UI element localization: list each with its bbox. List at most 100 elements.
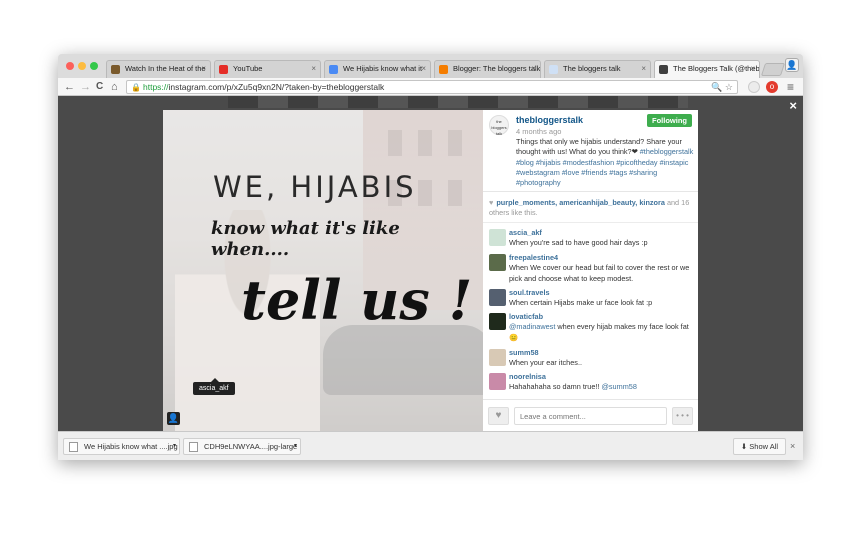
menu-icon[interactable]: ≡: [787, 80, 794, 94]
url-scheme: https://: [143, 82, 169, 92]
tab-close-icon[interactable]: ×: [421, 64, 426, 73]
tab-youtube[interactable]: YouTube ×: [214, 60, 321, 78]
comment-username[interactable]: noorelnisa: [509, 372, 546, 381]
comment-text: When you're sad to have good hair days :…: [509, 238, 695, 249]
close-icon[interactable]: ×: [789, 98, 797, 113]
file-icon: [189, 442, 198, 452]
tab-bar: Watch In the Heat of the × YouTube × We …: [58, 54, 803, 78]
profile-icon[interactable]: 👤: [785, 58, 799, 72]
likers-links[interactable]: purple_moments, americanhijab_beauty, ki…: [496, 198, 665, 207]
comment-username[interactable]: freepalestine4: [509, 253, 558, 262]
tab-close-icon[interactable]: ×: [531, 64, 536, 73]
image-subline: know what it's like when....: [211, 218, 400, 260]
heart-icon: ♥: [489, 198, 494, 207]
image-headline: WE, HIJABIS: [213, 170, 417, 204]
comment-text: When your ear itches..: [509, 358, 695, 369]
address-bar[interactable]: 🔒 https://instagram.com/p/xZu5q9xn2N/?ta…: [126, 80, 738, 94]
instagram-overlay: × WE, HIJABIS know what it's like when..…: [58, 96, 803, 431]
more-options-button[interactable]: • • •: [672, 407, 693, 425]
url-text: instagram.com/p/xZu5q9xn2N/?taken-by=the…: [168, 82, 385, 92]
tab-close-icon[interactable]: ×: [311, 64, 316, 73]
youtube-favicon-icon: [219, 65, 228, 74]
downloads-bar: We Hijabis know what ....jpg ▾ CDH9eLNWY…: [58, 431, 803, 460]
search-star-icon[interactable]: 🔍 ☆: [711, 81, 733, 93]
image-callout: tell us !: [241, 268, 473, 332]
avatar[interactable]: [489, 313, 506, 330]
new-tab-button[interactable]: [760, 63, 786, 76]
comment-body: When your ear itches..: [509, 358, 583, 367]
download-item[interactable]: We Hijabis know what ....jpg ▾: [63, 438, 180, 455]
avatar[interactable]: [489, 349, 506, 366]
avatar[interactable]: the bloggers talk: [489, 115, 509, 136]
comment-text: Hahahahaha so damn true!! @summ58: [509, 382, 695, 393]
post-details-panel: the bloggers talk thebloggerstalk 4 mont…: [483, 110, 698, 431]
tab-title: Blogger: The bloggers talk: [453, 64, 541, 73]
background-photo-strip: [228, 96, 688, 108]
avatar[interactable]: [489, 254, 506, 271]
minimize-window-button[interactable]: [78, 62, 86, 70]
chevron-down-icon[interactable]: ▾: [294, 439, 297, 454]
tab-title: YouTube: [233, 64, 263, 73]
download-filename: CDH9eLNWYAA....jpg-large: [204, 442, 298, 451]
home-icon[interactable]: ⌂: [111, 80, 118, 94]
download-filename: We Hijabis know what ....jpg: [84, 442, 178, 451]
avatar[interactable]: [489, 289, 506, 306]
extension-icon[interactable]: [748, 81, 760, 93]
page-favicon-icon: [549, 65, 558, 74]
comment-footer: ♥ • • •: [483, 399, 698, 431]
forward-arrow-icon[interactable]: →: [80, 80, 91, 94]
tab-close-icon[interactable]: ×: [201, 64, 206, 73]
browser-toolbar: ← → C ⌂ 🔒 https://instagram.com/p/xZu5q9…: [58, 78, 803, 96]
tab-close-icon[interactable]: ×: [750, 64, 755, 73]
post-header: the bloggers talk thebloggerstalk 4 mont…: [483, 110, 698, 192]
tab-instagram[interactable]: The Bloggers Talk (@thebl ×: [654, 60, 760, 78]
tab-blogger[interactable]: Blogger: The bloggers talk ×: [434, 60, 541, 78]
comment-username[interactable]: ascia_akf: [509, 228, 542, 237]
username-link[interactable]: thebloggerstalk: [516, 115, 583, 125]
close-window-button[interactable]: [66, 62, 74, 70]
likes-summary: ♥ purple_moments, americanhijab_beauty, k…: [489, 198, 692, 217]
comment-body: When We cover our head but fail to cover…: [509, 263, 690, 283]
comment-mention[interactable]: @madinawest: [509, 322, 555, 331]
avatar[interactable]: [489, 229, 506, 246]
following-button[interactable]: Following: [647, 114, 692, 127]
instagram-favicon-icon: [659, 65, 668, 74]
timestamp: 4 months ago: [516, 127, 562, 136]
comment-body: When you're sad to have good hair days :…: [509, 238, 648, 247]
user-tag-label[interactable]: ascia_akf: [193, 378, 235, 395]
tab-bloggers-talk[interactable]: The bloggers talk ×: [544, 60, 651, 78]
comment-text: When certain Hijabs make ur face look fa…: [509, 298, 695, 309]
like-button[interactable]: ♥: [488, 407, 509, 425]
tab-title: The bloggers talk: [563, 64, 621, 73]
tab-title: Watch In the Heat of the: [125, 64, 206, 73]
show-all-downloads-button[interactable]: ⬇ Show All: [733, 438, 786, 455]
opera-extension-icon[interactable]: o: [766, 81, 778, 93]
post-caption: Things that only we hijabis understand? …: [516, 137, 694, 188]
avatar[interactable]: [489, 373, 506, 390]
comment-input[interactable]: [514, 407, 667, 425]
comment-text: @madinawest when every hijab makes my fa…: [509, 322, 695, 343]
divider: [483, 222, 698, 223]
tab-watch-heat[interactable]: Watch In the Heat of the ×: [106, 60, 211, 78]
tab-title: We Hijabis know what it: [343, 64, 423, 73]
tab-we-hijabis[interactable]: We Hijabis know what it ×: [324, 60, 431, 78]
tab-close-icon[interactable]: ×: [641, 64, 646, 73]
comment-text: When We cover our head but fail to cover…: [509, 263, 695, 284]
tagged-user-icon[interactable]: 👤: [167, 412, 180, 425]
comment-body: Hahahahaha so damn true!!: [509, 382, 602, 391]
comment-username[interactable]: lovaticfab: [509, 312, 543, 321]
comment-username[interactable]: soul.travels: [509, 288, 550, 297]
tab-title: The Bloggers Talk (@thebl: [673, 64, 760, 73]
comment-mention[interactable]: @summ58: [602, 382, 637, 391]
chevron-down-icon[interactable]: ▾: [173, 439, 176, 454]
zoom-window-button[interactable]: [90, 62, 98, 70]
movie-favicon-icon: [111, 65, 120, 74]
comment-username[interactable]: summ58: [509, 348, 539, 357]
back-arrow-icon[interactable]: ←: [64, 80, 75, 94]
reload-icon[interactable]: C: [96, 80, 103, 94]
download-item[interactable]: CDH9eLNWYAA....jpg-large ▾: [183, 438, 301, 455]
post-image[interactable]: WE, HIJABIS know what it's like when....…: [163, 110, 483, 431]
blogger-favicon-icon: [439, 65, 448, 74]
lock-icon: 🔒: [131, 83, 141, 92]
close-downloads-icon[interactable]: ×: [790, 441, 795, 451]
